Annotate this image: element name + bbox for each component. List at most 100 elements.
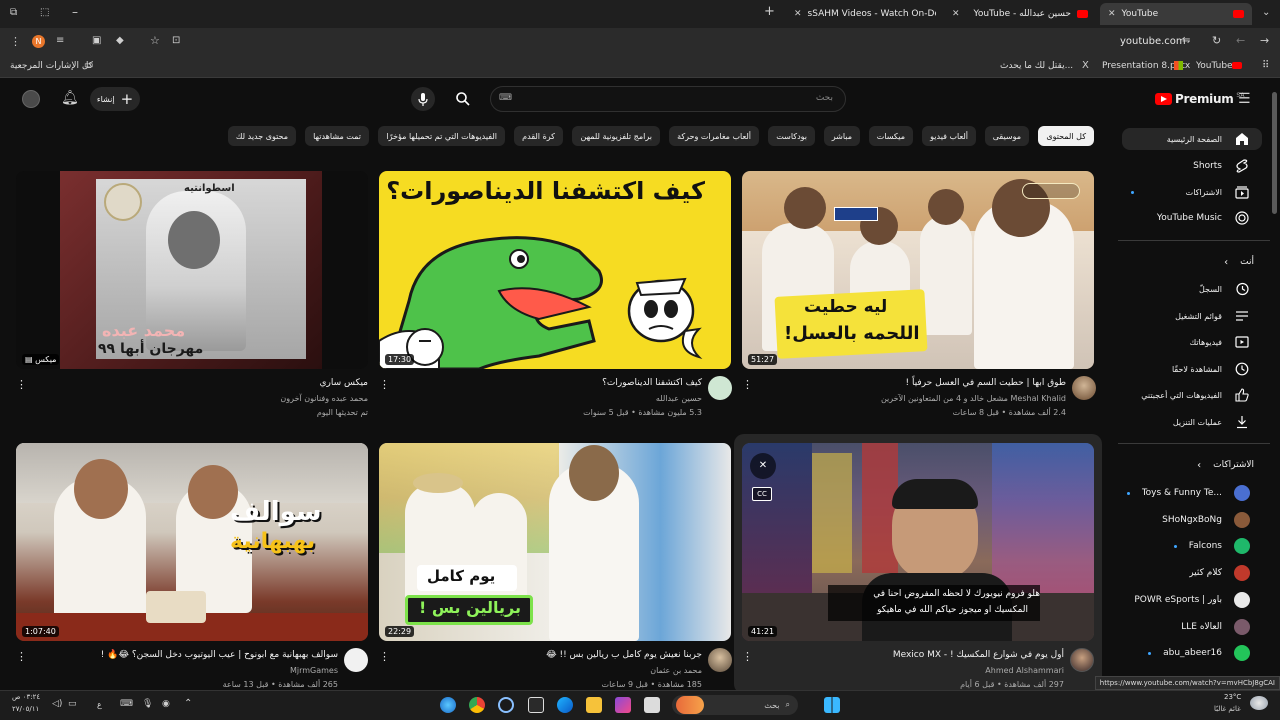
sidebar-subscription-item[interactable]: SHoNgxBoNg bbox=[1147, 509, 1250, 531]
account-avatar[interactable] bbox=[22, 90, 40, 108]
close-icon[interactable]: ✕ bbox=[794, 9, 802, 19]
forward-icon[interactable]: ← bbox=[1236, 34, 1245, 47]
channel-avatar[interactable] bbox=[708, 648, 732, 672]
filter-chip[interactable]: ألعاب مغامرات وحركة bbox=[669, 126, 759, 146]
bookmark-item[interactable]: يقتل لك ما يحدث... bbox=[1000, 61, 1073, 71]
channel-name[interactable]: Ahmed Alshammari bbox=[985, 666, 1064, 675]
reload-icon[interactable]: ↻ bbox=[1212, 34, 1221, 47]
sidebar-item-liked-videos[interactable]: الفيديوهات التي أعجبتني bbox=[1141, 384, 1250, 406]
sidebar-item-history[interactable]: السجلّ bbox=[1199, 278, 1250, 300]
sidebar-item-watch-later[interactable]: المشاهدة لاحقًا bbox=[1172, 358, 1250, 380]
all-bookmarks-folder[interactable]: كل الإشارات المرجعية bbox=[10, 61, 93, 71]
sidebar-section-you[interactable]: ‹ أنت bbox=[1224, 251, 1254, 273]
sidebar-subscription-item[interactable]: LLE العالاه bbox=[1166, 616, 1250, 638]
language-indicator[interactable]: ع bbox=[97, 700, 102, 709]
video-thumbnail[interactable]: هلو فروم نيويورك لا لحظه المفروض احنا في… bbox=[742, 443, 1094, 641]
search-box[interactable]: ⌨ بحث bbox=[456, 86, 846, 112]
extension-puzzle-icon[interactable]: ◆ bbox=[116, 35, 124, 46]
filter-chip[interactable]: بودكاست bbox=[768, 126, 815, 146]
store-icon[interactable] bbox=[528, 697, 544, 713]
sidebar-subscription-item[interactable]: POWR eSports | باور bbox=[1119, 589, 1250, 611]
chrome-icon[interactable] bbox=[469, 697, 485, 713]
copilot-app-icon[interactable] bbox=[615, 697, 631, 713]
url-text[interactable]: youtube.com bbox=[1120, 36, 1186, 47]
video-thumbnail[interactable]: كيف اكتشفنا الديناصورات؟ 17:30 bbox=[379, 171, 731, 369]
hamburger-menu-icon[interactable]: ☰ bbox=[1238, 91, 1251, 107]
close-icon[interactable]: ✕ bbox=[1108, 9, 1116, 19]
copilot-icon[interactable] bbox=[440, 697, 456, 713]
filter-chip[interactable]: كرة القدم bbox=[514, 126, 563, 146]
filter-chip[interactable]: ألعاب فيديو bbox=[922, 126, 976, 146]
reading-list-icon[interactable]: ≡ bbox=[56, 35, 64, 46]
keyboard-icon[interactable]: ⌨ bbox=[499, 93, 512, 103]
tab-sahm[interactable]: ✕ sSAHM Videos - Watch On-De bbox=[786, 3, 936, 25]
sidebar-section-subscriptions[interactable]: ‹ الاشتراكات bbox=[1197, 454, 1254, 476]
channel-avatar[interactable] bbox=[1072, 376, 1096, 400]
taskbar-clock[interactable]: ٠٣:٢٤ ص bbox=[12, 693, 40, 701]
more-options-icon[interactable]: ⋮ bbox=[379, 650, 390, 664]
filter-chip[interactable]: الفيديوهات التي تم تحميلها مؤخرًا bbox=[378, 126, 505, 146]
bookmark-star-icon[interactable]: ☆ bbox=[150, 34, 160, 47]
channel-name[interactable]: محمد عبده وفنانون آخرون bbox=[280, 394, 368, 403]
video-thumbnail[interactable]: سوالف بهبهانية 1:07:40 bbox=[16, 443, 368, 641]
sidebar-item-youtube-music[interactable]: YouTube Music bbox=[1157, 207, 1250, 229]
youtube-premium-logo[interactable]: Premium SA bbox=[1155, 92, 1244, 106]
close-icon[interactable]: ✕ bbox=[952, 9, 960, 19]
install-app-icon[interactable]: ⊡ bbox=[172, 35, 180, 46]
filter-chip[interactable]: موسيقى bbox=[984, 126, 1029, 146]
back-icon[interactable]: → bbox=[1260, 34, 1269, 47]
filter-chip[interactable]: ميكسات bbox=[868, 126, 913, 146]
video-title[interactable]: أول يوم في شوارع المكسيك ! - Mexico MX bbox=[893, 650, 1064, 660]
search-input[interactable]: بحث bbox=[816, 93, 833, 103]
notifications-bell-icon[interactable]: 🔔︎ bbox=[61, 90, 79, 106]
video-title[interactable]: طوق ابها | حطيت السم في العسل حرفياً ! bbox=[905, 378, 1066, 388]
browser-menu-icon[interactable]: ⧉ bbox=[10, 7, 17, 18]
video-title[interactable]: كيف اكتشفنا الديناصورات؟ bbox=[602, 378, 702, 388]
network-icon[interactable]: ◉ bbox=[162, 699, 170, 709]
taskbar-date[interactable]: ٢٧/٠٥/١١ bbox=[12, 705, 39, 713]
channel-avatar[interactable] bbox=[1070, 648, 1094, 672]
windows-start-icon[interactable] bbox=[824, 697, 840, 713]
show-hidden-icons[interactable]: ⌃ bbox=[184, 698, 192, 709]
sidebar-subscription-item[interactable]: Toys & Funny Te... bbox=[1126, 482, 1250, 504]
minimize-icon[interactable]: – bbox=[72, 5, 78, 19]
more-vertical-icon[interactable]: ⋮ bbox=[10, 35, 21, 48]
window-restore-icon[interactable]: ⬚ bbox=[40, 7, 49, 18]
sidebar-item-playlists[interactable]: قوائم التشغيل bbox=[1175, 305, 1250, 327]
voice-search-button[interactable] bbox=[411, 87, 435, 111]
video-thumbnail[interactable]: ليه حطيت اللحمه بالعسل! 51:27 bbox=[742, 171, 1094, 369]
search-button[interactable] bbox=[455, 91, 471, 110]
weather-temp[interactable]: 23°C bbox=[1224, 693, 1241, 701]
sidebar-subscription-item[interactable]: abu_abeer16 bbox=[1148, 642, 1250, 664]
task-app-icon[interactable] bbox=[498, 697, 514, 713]
filter-chip[interactable]: كل المحتوى bbox=[1038, 126, 1094, 146]
filter-chip[interactable]: تمت مشاهدتها bbox=[305, 126, 369, 146]
video-title[interactable]: سوالف بهبهانية مع ابونوح | عيب اليوتيوب … bbox=[101, 650, 338, 660]
channel-name[interactable]: MjrmGames bbox=[290, 666, 338, 675]
filter-chip[interactable]: محتوى جديد لك bbox=[227, 126, 296, 146]
sidebar-item-downloads[interactable]: عمليات التنزيل bbox=[1173, 411, 1250, 433]
volume-icon[interactable]: ◁) bbox=[52, 699, 62, 709]
channel-name[interactable]: حسين عبدالله bbox=[656, 394, 702, 403]
sidebar-item-shorts[interactable]: Shorts bbox=[1193, 155, 1250, 177]
more-options-icon[interactable]: ⋮ bbox=[16, 378, 27, 392]
more-options-icon[interactable]: ⋮ bbox=[16, 650, 27, 664]
tab-youtube[interactable]: ✕ YouTube bbox=[1100, 3, 1252, 25]
file-explorer-icon[interactable] bbox=[586, 697, 602, 713]
site-settings-icon[interactable]: ⇋ bbox=[1182, 35, 1190, 46]
video-title[interactable]: ميكس ساري bbox=[319, 378, 368, 388]
apps-grid-icon[interactable]: ⠿ bbox=[1262, 60, 1269, 71]
channel-name[interactable]: Meshal Khalid مشعل خالد و 4 من المتعاوني… bbox=[881, 394, 1066, 403]
sidebar-item-subscriptions[interactable]: الاشتراكات bbox=[1130, 181, 1250, 203]
filter-chip[interactable]: مباشر bbox=[823, 126, 860, 146]
sidebar-subscription-item[interactable]: كلام كثير bbox=[1174, 562, 1250, 584]
filter-chip[interactable]: برامج تلفزيونية للمهن bbox=[572, 126, 660, 146]
channel-avatar[interactable] bbox=[344, 648, 368, 672]
profile-avatar[interactable]: N bbox=[32, 35, 45, 48]
more-options-icon[interactable]: ⋮ bbox=[742, 378, 753, 392]
sidebar-scrollbar[interactable] bbox=[1272, 92, 1277, 214]
video-thumbnail[interactable]: يوم كامل بريالين بس ! 22:29 bbox=[379, 443, 731, 641]
keyboard-tray-icon[interactable]: ⌨ bbox=[120, 699, 133, 709]
notification-center-icon[interactable]: ▭ bbox=[68, 699, 77, 709]
weather-label[interactable]: غائم غالبًا bbox=[1214, 705, 1241, 713]
